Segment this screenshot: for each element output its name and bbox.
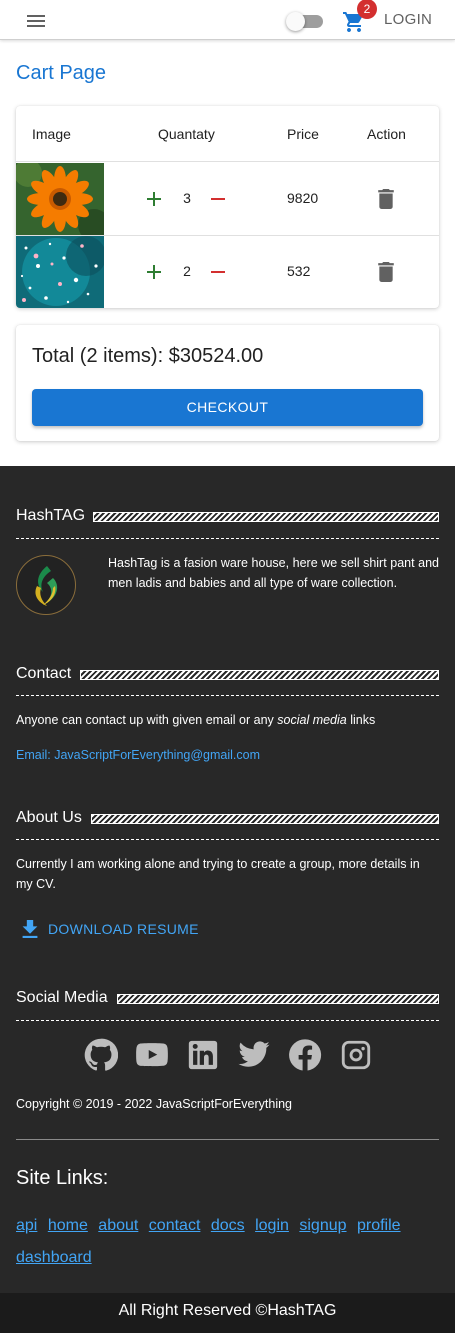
toggle-thumb [286, 12, 305, 31]
heading-stripe [93, 512, 439, 522]
social-icons [84, 1038, 374, 1072]
about-text: Currently I am working alone and trying … [16, 857, 420, 891]
section-heading-about: About Us [16, 809, 439, 831]
price-value: 9820 [287, 190, 319, 206]
price-value: 532 [287, 263, 311, 279]
section-title: HashTAG [16, 507, 86, 524]
header-price: Price [287, 126, 319, 142]
divider [16, 1020, 439, 1021]
instagram-icon[interactable] [339, 1038, 373, 1072]
delete-icon[interactable] [378, 262, 394, 282]
site-link-login[interactable]: login [255, 1217, 289, 1234]
cart-count-badge: 2 [357, 0, 377, 19]
theme-toggle[interactable] [286, 12, 324, 31]
site-link-profile[interactable]: profile [357, 1217, 401, 1234]
site-link-about[interactable]: about [98, 1217, 138, 1234]
table-row: 2 532 [16, 236, 439, 308]
header-image: Image [32, 126, 71, 142]
decrease-quantity-button[interactable] [210, 191, 226, 207]
section-title: Contact [16, 665, 72, 682]
app-bar: 2 LOGIN [0, 0, 455, 40]
section-heading-hashtag: HashTAG [16, 507, 439, 529]
site-link-signup[interactable]: signup [299, 1217, 346, 1234]
brand-logo [16, 555, 76, 615]
increase-quantity-button[interactable] [146, 191, 162, 207]
contact-text-part: links [346, 713, 376, 727]
quantity-value: 2 [183, 263, 191, 279]
site-links-title: Site Links: [16, 1167, 109, 1189]
section-heading-social: Social Media [16, 989, 439, 1011]
section-title: About Us [16, 809, 82, 826]
github-icon[interactable] [84, 1038, 119, 1072]
product-image-orange-flower [16, 163, 104, 235]
checkout-button[interactable]: CHECKOUT [32, 389, 423, 426]
hashtag-description: HashTag is a fasion ware house, here we … [108, 556, 439, 590]
divider [16, 1139, 439, 1140]
header-action: Action [367, 126, 406, 142]
site-link-docs[interactable]: docs [211, 1217, 245, 1234]
linkedin-icon[interactable] [186, 1038, 220, 1072]
menu-icon[interactable] [24, 12, 48, 30]
cart-table: Image Quantaty Price Action 3 9820 2 532 [16, 106, 439, 308]
twitter-icon[interactable] [237, 1038, 271, 1072]
total-text: Total (2 items): $30524.00 [32, 345, 264, 367]
heading-stripe [117, 994, 439, 1004]
header-quantity: Quantaty [158, 126, 215, 142]
divider [16, 538, 439, 539]
site-link-home[interactable]: home [48, 1217, 88, 1234]
quantity-value: 3 [183, 190, 191, 206]
contact-text-emphasis: social media [277, 713, 347, 727]
contact-text-part: Anyone can contact up with given email o… [16, 713, 278, 727]
page-title: Cart Page [16, 62, 107, 84]
bottom-bar: All Right Reserved ©HashTAG [0, 1293, 455, 1333]
table-header: Image Quantaty Price Action [16, 106, 439, 162]
heading-stripe [91, 814, 439, 824]
copyright-text: Copyright © 2019 - 2022 JavaScriptForEve… [16, 1097, 293, 1111]
delete-icon[interactable] [378, 189, 394, 209]
site-link-contact[interactable]: contact [149, 1217, 201, 1234]
section-title: Social Media [16, 989, 108, 1006]
facebook-icon[interactable] [288, 1038, 322, 1072]
download-icon [22, 920, 38, 938]
decrease-quantity-button[interactable] [210, 264, 226, 280]
login-button[interactable]: LOGIN [384, 11, 432, 28]
divider [16, 695, 439, 696]
cart-button[interactable]: 2 [342, 0, 377, 36]
section-heading-contact: Contact [16, 665, 439, 687]
table-row: 3 9820 [16, 163, 439, 236]
site-link-api[interactable]: api [16, 1217, 37, 1234]
footer: HashTAG HashTag is a fasion ware house, … [0, 466, 455, 1333]
divider [16, 839, 439, 840]
youtube-icon[interactable] [135, 1038, 169, 1072]
site-links: api home about contact docs login signup… [16, 1210, 436, 1274]
download-resume-label: DOWNLOAD RESUME [48, 921, 199, 937]
increase-quantity-button[interactable] [146, 264, 162, 280]
cart-summary: Total (2 items): $30524.00 CHECKOUT [16, 325, 439, 441]
product-image-teal-bokeh [16, 236, 104, 308]
heading-stripe [80, 670, 439, 680]
contact-text: Anyone can contact up with given email o… [16, 711, 375, 731]
site-link-dashboard[interactable]: dashboard [16, 1249, 92, 1266]
email-link[interactable]: Email: JavaScriptForEverything@gmail.com [16, 748, 260, 762]
